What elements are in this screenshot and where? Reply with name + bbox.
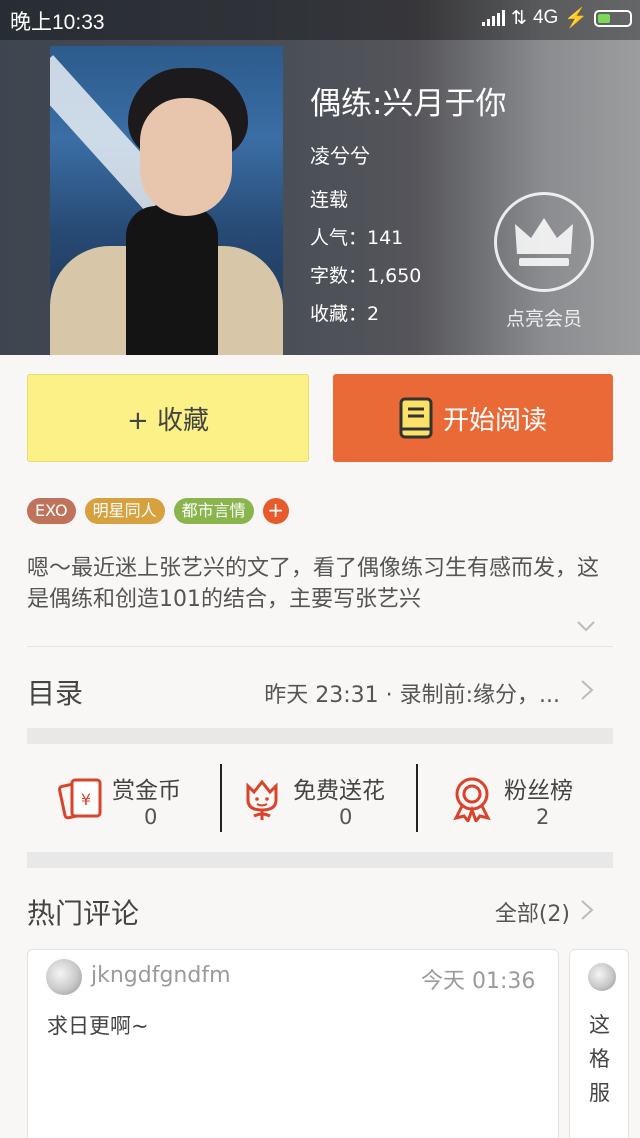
stat-label: 赏金币	[112, 778, 181, 804]
flower-icon	[246, 779, 278, 820]
tag-star-fanfic[interactable]: 明星同人	[84, 498, 165, 524]
charging-icon: ⚡	[564, 8, 588, 29]
section-divider	[27, 728, 613, 744]
comment-username[interactable]: jkngdfgndfm	[91, 963, 231, 988]
signal-icon	[482, 10, 506, 26]
collect-button[interactable]: + 收藏	[27, 374, 309, 462]
book-title: 偶练:兴月于你	[310, 86, 507, 122]
comment-text: 求日更啊~	[47, 1014, 149, 1038]
book-header: 晚上10:33 ⇅ 4G ⚡ 偶练:兴月于你 凌兮兮 连载 人气：141 字数：…	[0, 0, 640, 355]
book-popularity: 人气：141	[310, 227, 404, 249]
book-description: 嗯～最近迷上张艺兴的文了，看了偶像练习生有感而发，这是偶练和创造101的结合，主…	[27, 556, 600, 612]
status-indicators: ⇅ 4G ⚡	[482, 6, 632, 30]
divider	[27, 646, 613, 647]
avatar[interactable]	[588, 963, 616, 991]
book-icon	[399, 397, 433, 439]
book-favorites: 收藏：2	[310, 303, 380, 325]
book-status: 连载	[310, 189, 349, 211]
all-comments-link[interactable]: 全部(2)	[495, 896, 570, 928]
stat-divider	[220, 764, 222, 832]
status-time: 晚上10:33	[10, 11, 105, 34]
crown-icon	[515, 218, 573, 266]
book-author[interactable]: 凌兮兮	[310, 140, 370, 169]
hot-comments-title: 热门评论	[27, 897, 140, 930]
chevron-right-icon	[581, 680, 594, 700]
stat-value: 0	[339, 805, 353, 829]
add-tag-button[interactable]: +	[262, 498, 289, 524]
medal-icon	[453, 777, 491, 822]
data-arrows-icon: ⇅	[511, 7, 527, 29]
svg-text:¥: ¥	[81, 790, 91, 809]
chevron-right-icon[interactable]	[580, 899, 594, 921]
toc-label: 目录	[27, 677, 84, 710]
start-reading-label: 开始阅读	[442, 405, 547, 436]
stat-value: 2	[536, 805, 550, 829]
vip-crown-button[interactable]	[494, 192, 594, 292]
network-type: 4G	[532, 7, 559, 28]
collect-label: + 收藏	[126, 405, 210, 436]
book-word-count: 字数：1,650	[310, 265, 422, 287]
battery-icon	[594, 9, 632, 27]
book-cover[interactable]	[50, 46, 283, 355]
stat-label: 免费送花	[293, 778, 385, 804]
tag-list: EXO 明星同人 都市言情 +	[27, 498, 289, 524]
tag-urban-romance[interactable]: 都市言情	[173, 498, 254, 524]
comment-time: 今天 01:36	[421, 969, 536, 994]
stat-label: 粉丝榜	[504, 778, 573, 804]
start-reading-button[interactable]: 开始阅读	[333, 374, 613, 462]
status-bar: 晚上10:33 ⇅ 4G ⚡	[0, 0, 640, 36]
avatar[interactable]	[46, 959, 82, 995]
stat-divider	[416, 764, 418, 832]
comment-text: 这格服	[589, 1013, 610, 1105]
toc-latest-chapter: 昨天 23:31 · 录制前:缘分，...	[264, 683, 560, 708]
section-divider	[27, 852, 613, 868]
chevron-down-icon[interactable]	[576, 620, 596, 632]
vip-label[interactable]: 点亮会员	[494, 304, 594, 331]
stat-value: 0	[144, 805, 158, 829]
red-envelope-icon: ¥	[58, 778, 102, 820]
tag-exo[interactable]: EXO	[27, 498, 76, 524]
